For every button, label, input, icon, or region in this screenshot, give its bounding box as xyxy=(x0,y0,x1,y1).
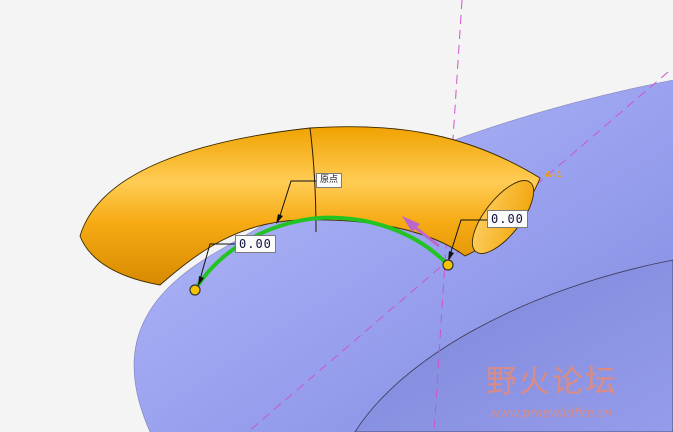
start-point-handle[interactable] xyxy=(189,284,201,296)
origin-label: 原点 xyxy=(316,173,343,188)
3d-viewport[interactable]: 原点 A-1 0.00 0.00 野火论坛 www.proewildfire.c… xyxy=(0,0,673,432)
end-point-handle[interactable] xyxy=(442,259,454,271)
watermark-title: 野火论坛 xyxy=(486,364,618,400)
end-dimension-value[interactable]: 0.00 xyxy=(487,210,528,228)
axis-tag-label: A-1 xyxy=(545,170,564,179)
watermark-url: www.proewildfire.cn xyxy=(490,406,612,420)
start-dimension-value[interactable]: 0.00 xyxy=(235,235,276,253)
forum-watermark: 野火论坛 www.proewildfire.cn xyxy=(486,356,618,420)
